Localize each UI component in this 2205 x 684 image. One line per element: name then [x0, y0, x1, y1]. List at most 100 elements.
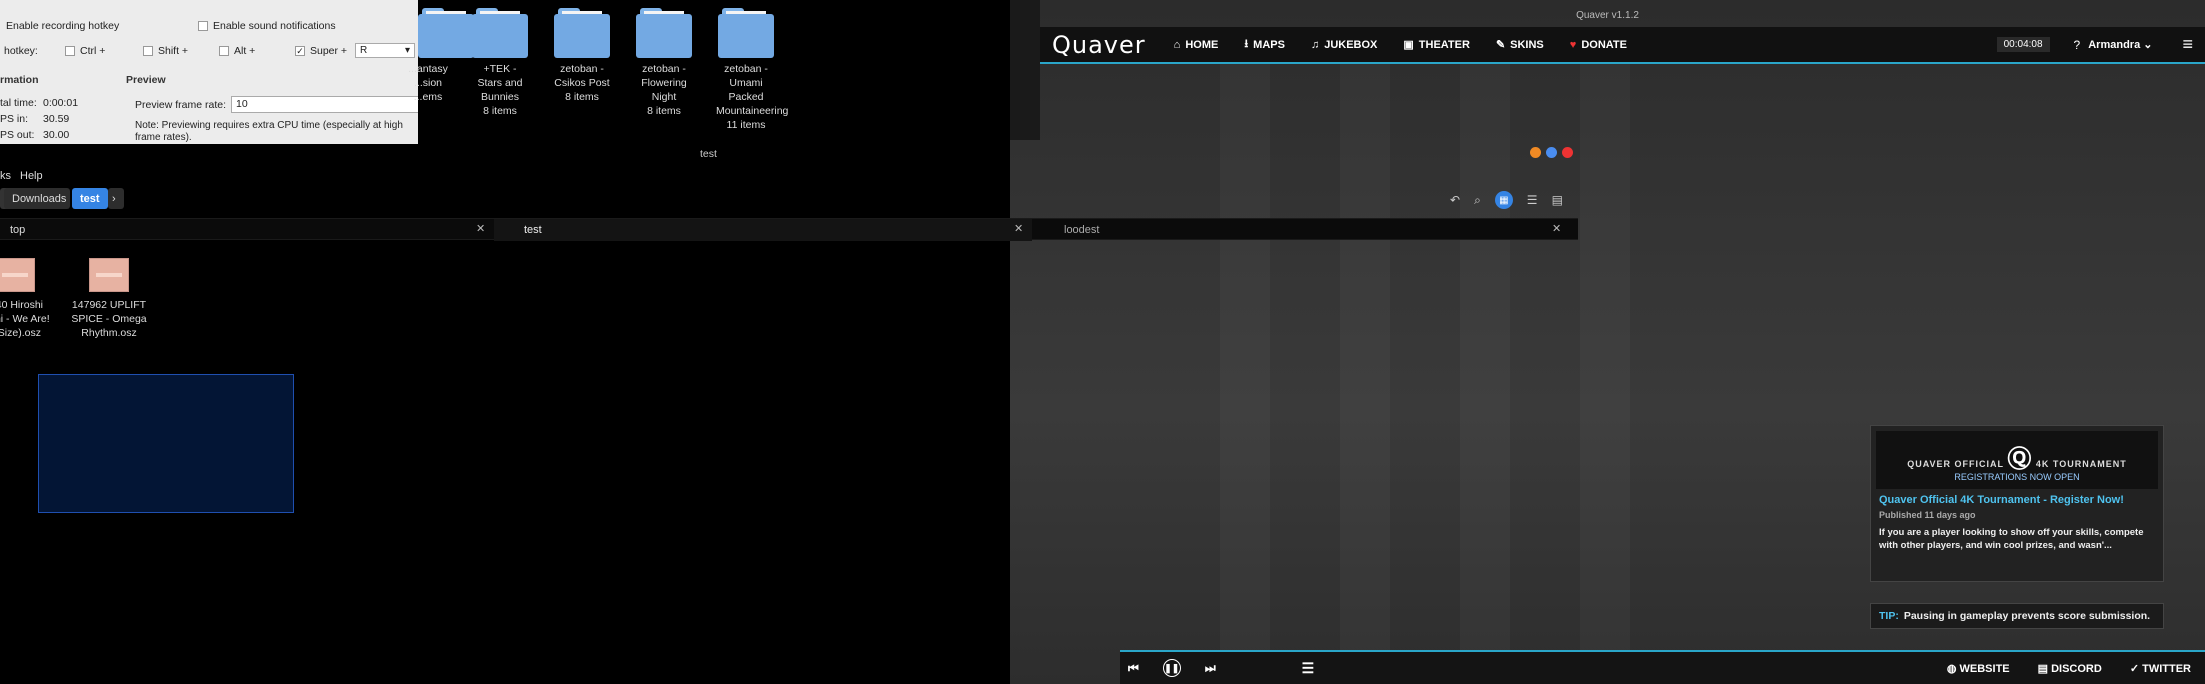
- folder-count: ...ems: [413, 91, 443, 103]
- recording-hotkey-option[interactable]: Enable recording hotkey: [0, 20, 119, 32]
- folder-name: zetoban - Umami Packed Mountaineering: [716, 63, 789, 117]
- shift-checkbox[interactable]: [143, 45, 153, 56]
- window-controls: [1530, 147, 1573, 158]
- lane: [1580, 60, 1630, 660]
- website-link[interactable]: ◍ WEBSITE: [1947, 662, 2010, 675]
- user-menu[interactable]: Armandra ⌄: [2088, 38, 2152, 51]
- search-icon[interactable]: ⌕: [1474, 193, 1481, 208]
- tab-desktop[interactable]: top: [0, 219, 494, 241]
- nav-theater[interactable]: ▣ THEATER: [1403, 38, 1470, 52]
- total-time-row: tal time: 0:00:01: [0, 97, 79, 109]
- hamburger-icon[interactable]: ≡: [2182, 34, 2193, 55]
- menu-tools[interactable]: ks: [0, 170, 11, 182]
- quaver-logo[interactable]: Quaver: [1052, 31, 1146, 59]
- folder-view-label: test: [700, 148, 717, 160]
- news-body: If you are a player looking to show off …: [1879, 527, 2144, 551]
- hotkey-row: hotkey: Ctrl + Shift + Alt + ✓ Super + R ▾: [4, 43, 415, 58]
- folder-name: +TEK - Stars and Bunnies: [477, 63, 523, 103]
- folder-item[interactable]: zetoban - Flowering Night 8 items: [634, 8, 694, 118]
- fps-out-row: PS out: 30.00: [0, 129, 70, 141]
- folder-name: ...antasy ...sion: [408, 63, 448, 89]
- playlist-icon[interactable]: ☰: [1302, 660, 1315, 677]
- breadcrumb-test[interactable]: test: [72, 188, 108, 209]
- ctrl-checkbox[interactable]: [65, 45, 75, 56]
- archive-icon: [0, 258, 35, 292]
- folder-name: zetoban - Flowering Night: [641, 63, 687, 103]
- alt-checkbox[interactable]: [219, 45, 229, 56]
- folder-item[interactable]: zetoban - Umami Packed Mountaineering 11 …: [716, 8, 789, 132]
- tab-loodest[interactable]: loodest: [1040, 219, 1578, 241]
- archive-icon: [89, 258, 129, 292]
- prev-track-icon[interactable]: ⏮: [1128, 661, 1139, 676]
- preview-header: Preview: [126, 74, 166, 86]
- lane: [1220, 60, 1270, 660]
- camera-icon: ▣: [1403, 39, 1414, 51]
- super-checkbox[interactable]: ✓: [295, 45, 305, 56]
- folder-icon: [636, 8, 692, 58]
- view-toolbar: ↶ ⌕ ▦ ☰ ▤: [1450, 191, 1563, 209]
- lane: [1340, 60, 1390, 660]
- nav-jukebox[interactable]: ♫ JUKEBOX: [1311, 39, 1377, 51]
- file-item[interactable]: 147962 UPLIFT SPICE - Omega Rhythm.osz: [64, 258, 154, 340]
- tab-bar: top ✕ test ✕ loodest ✕: [0, 218, 1578, 241]
- news-date: Published 11 days ago: [1879, 510, 1976, 520]
- twitter-link[interactable]: ✓ TWITTER: [2130, 662, 2191, 675]
- next-track-icon[interactable]: ⏭: [1205, 661, 1216, 676]
- lane: [1460, 60, 1510, 660]
- folder-icon: [554, 8, 610, 58]
- selection-rectangle: [38, 374, 294, 513]
- download-icon: ⭳: [1244, 38, 1249, 50]
- nav-maps[interactable]: ⭳ MAPS: [1244, 35, 1285, 54]
- folder-icon: [718, 8, 774, 58]
- grid-view-icon[interactable]: ▦: [1494, 191, 1513, 209]
- breadcrumb-next-icon[interactable]: ›: [108, 188, 124, 209]
- discord-link[interactable]: ▤ DISCORD: [2038, 662, 2102, 675]
- close-icon[interactable]: ✕: [1552, 222, 1561, 235]
- close-button[interactable]: [1562, 147, 1573, 158]
- close-icon[interactable]: ✕: [476, 222, 485, 235]
- nav-donate[interactable]: ♥ DONATE: [1570, 39, 1627, 51]
- nav-home[interactable]: ⌂ HOME: [1174, 39, 1219, 51]
- breadcrumb-downloads[interactable]: Downloads: [4, 188, 70, 209]
- tab-test[interactable]: test: [494, 219, 1032, 241]
- recorder-settings-panel: Enable recording hotkey Enable sound not…: [0, 0, 418, 144]
- menu-help[interactable]: Help: [20, 170, 43, 182]
- maximize-button[interactable]: [1546, 147, 1557, 158]
- folder-count: 8 items: [483, 105, 517, 117]
- tip-box: TIP: Pausing in gameplay prevents score …: [1870, 603, 2164, 629]
- news-title[interactable]: Quaver Official 4K Tournament - Register…: [1879, 494, 2155, 506]
- close-icon[interactable]: ✕: [1014, 222, 1023, 235]
- preview-note: Note: Previewing requires extra CPU time…: [135, 120, 403, 143]
- home-icon: ⌂: [1173, 38, 1181, 51]
- pause-icon[interactable]: ❚❚: [1162, 659, 1181, 677]
- folder-name: zetoban - Csikos Post: [554, 63, 610, 89]
- news-card[interactable]: QUAVER OFFICIAL Ⓠ 4K TOURNAMENT REGISTRA…: [1870, 425, 2164, 582]
- folder-item[interactable]: ...antasy ...sion ...ems: [398, 8, 474, 104]
- music-icon: ♫: [1310, 38, 1320, 51]
- sound-checkbox[interactable]: [198, 21, 208, 31]
- quaver-window-title: Quaver v1.1.2: [1576, 10, 1639, 21]
- menu-icon[interactable]: ▤: [1552, 193, 1563, 207]
- info-header: rmation: [0, 74, 39, 86]
- folder-count: 8 items: [647, 105, 681, 117]
- folder-icon: [418, 8, 474, 58]
- undo-icon[interactable]: ↶: [1450, 193, 1460, 207]
- file-item[interactable]: ...40 Hiroshi ...ani - We Are! ...Size).…: [0, 258, 60, 340]
- terminal-sliver: [1010, 0, 1040, 140]
- nav-skins[interactable]: ✎ SKINS: [1495, 38, 1544, 52]
- folder-item[interactable]: +TEK - Stars and Bunnies 8 items: [470, 8, 530, 118]
- minimize-button[interactable]: [1530, 147, 1541, 158]
- menubar: ks Help: [0, 168, 1578, 186]
- fps-in-row: PS in: 30.59: [0, 113, 70, 125]
- brush-icon: ✎: [1495, 39, 1506, 51]
- file-name: ...40 Hiroshi ...ani - We Are! ...Size).…: [0, 299, 50, 339]
- news-banner: QUAVER OFFICIAL Ⓠ 4K TOURNAMENT REGISTRA…: [1876, 431, 2158, 489]
- folder-count: 11 items: [726, 119, 766, 131]
- sound-notifications-option[interactable]: Enable sound notifications: [198, 20, 336, 32]
- folder-item[interactable]: zetoban - Csikos Post 8 items: [552, 8, 612, 104]
- frame-rate-row: Preview frame rate: 10▴▾: [135, 96, 418, 113]
- file-name: 147962 UPLIFT SPICE - Omega Rhythm.osz: [71, 299, 147, 339]
- list-view-icon[interactable]: ☰: [1527, 193, 1538, 207]
- help-icon[interactable]: ?: [2074, 38, 2081, 52]
- frame-rate-input[interactable]: 10▴▾: [231, 96, 418, 113]
